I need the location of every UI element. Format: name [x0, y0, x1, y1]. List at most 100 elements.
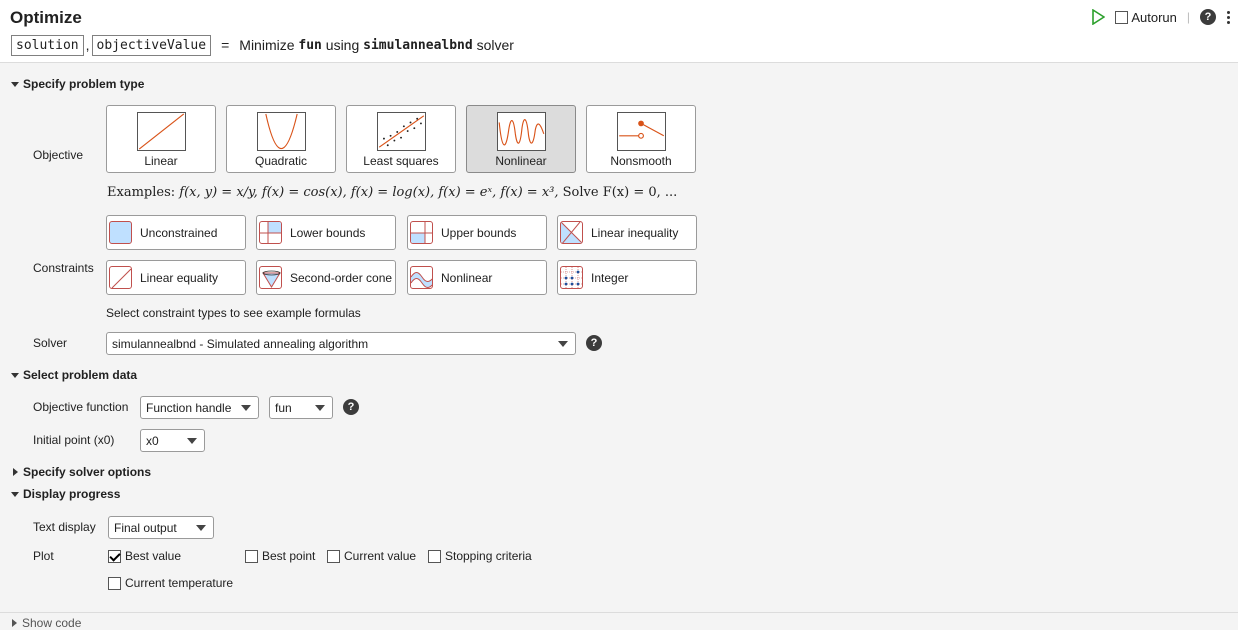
section-title: Specify solver options: [23, 465, 152, 479]
chevron-down-icon: [315, 405, 325, 411]
quadratic-plot-icon: [257, 112, 306, 151]
dropdown-value: Function handle: [146, 400, 232, 415]
chevron-down-icon: [196, 525, 206, 531]
objective-tile-label: Nonsmooth: [610, 154, 672, 168]
solver-help-icon[interactable]: ?: [586, 335, 602, 351]
section-display-progress[interactable]: Display progress: [11, 487, 120, 501]
expand-triangle-icon: [13, 468, 18, 476]
section-select-problem-data[interactable]: Select problem data: [11, 368, 137, 382]
plot-option-best-value[interactable]: Best value: [108, 549, 181, 563]
plot-option-best-point[interactable]: Best point: [245, 549, 315, 563]
objective-tile-quadratic[interactable]: Quadratic: [226, 105, 336, 173]
integer-icon: [560, 266, 583, 289]
objective-tile-nonlinear[interactable]: Nonlinear: [466, 105, 576, 173]
header-bar: Optimize solution , objectiveValue = Min…: [0, 0, 1238, 63]
minimize-text: Minimize: [239, 37, 295, 53]
help-icon[interactable]: ?: [1200, 9, 1216, 25]
constraint-tile-lower-bounds[interactable]: Lower bounds: [256, 215, 396, 250]
dropdown-value: fun: [275, 400, 292, 415]
linear-inequality-icon: [560, 221, 583, 244]
constraint-tile-label: Linear inequality: [591, 225, 679, 240]
collapse-triangle-icon: [11, 491, 19, 497]
objective-tile-label: Quadratic: [254, 154, 308, 168]
constraint-tile-linear-equality[interactable]: Linear equality: [106, 260, 246, 295]
constraint-tile-label: Linear equality: [140, 270, 219, 285]
text-display-label: Text display: [33, 520, 96, 534]
chevron-down-icon: [558, 341, 568, 347]
checkbox[interactable]: [108, 576, 121, 590]
constraint-tile-label: Lower bounds: [290, 225, 366, 240]
constraint-tile-second-order-cone[interactable]: Second-order cone: [256, 260, 396, 295]
output-variable-objective-value[interactable]: objectiveValue: [91, 34, 212, 56]
plot-option-current-value[interactable]: Current value: [327, 549, 416, 563]
expand-triangle-icon: [12, 619, 17, 627]
show-code-toggle[interactable]: Show code: [10, 616, 81, 630]
using-text: using: [325, 37, 360, 53]
section-title: Specify problem type: [23, 77, 145, 91]
output-variable-solution[interactable]: solution: [11, 34, 84, 56]
constraint-tile-integer[interactable]: Integer: [557, 260, 697, 295]
constraint-tile-upper-bounds[interactable]: Upper bounds: [407, 215, 547, 250]
equals-sign: =: [221, 37, 230, 53]
plot-option-stopping-criteria[interactable]: Stopping criteria: [428, 549, 532, 563]
constraint-tile-linear-inequality[interactable]: Linear inequality: [557, 215, 697, 250]
initial-point-dropdown[interactable]: x0: [140, 429, 205, 452]
nonlinear-constraint-icon: [410, 266, 433, 289]
upper-bounds-icon: [410, 221, 433, 244]
objective-function-dropdown[interactable]: fun: [269, 396, 333, 419]
section-specify-problem-type[interactable]: Specify problem type: [11, 77, 144, 91]
collapse-triangle-icon: [11, 81, 19, 87]
autorun-label: Autorun: [1131, 9, 1177, 25]
nonsmooth-plot-icon: [617, 112, 666, 151]
checkbox[interactable]: [245, 549, 258, 563]
checkbox[interactable]: [327, 549, 340, 563]
checkbox-label: Current value: [344, 549, 417, 563]
constraint-tile-unconstrained[interactable]: Unconstrained: [106, 215, 246, 250]
objective-function-help-icon[interactable]: ?: [343, 399, 359, 415]
footer-bar: Show code: [0, 612, 1238, 630]
second-order-cone-icon: [259, 266, 282, 289]
show-code-label: Show code: [22, 616, 82, 630]
section-title: Select problem data: [23, 368, 138, 382]
objective-examples: Examples: f(x, y) = x/y, f(x) = cos(x), …: [107, 185, 677, 200]
checkbox-label: Stopping criteria: [445, 549, 532, 563]
collapse-triangle-icon: [11, 372, 19, 378]
linear-plot-icon: [137, 112, 186, 151]
section-specify-solver-options[interactable]: Specify solver options: [11, 465, 151, 479]
plot-option-current-temperature[interactable]: Current temperature: [108, 576, 233, 590]
constraint-tile-nonlinear[interactable]: Nonlinear: [407, 260, 547, 295]
constraints-label: Constraints: [33, 261, 94, 275]
output-separator: ,: [85, 37, 90, 53]
checkbox[interactable]: [428, 549, 441, 563]
text-display-dropdown[interactable]: Final output: [108, 516, 214, 539]
objective-label: Objective: [33, 148, 84, 162]
function-name: fun: [298, 37, 322, 53]
chevron-down-icon: [241, 405, 251, 411]
section-title: Display progress: [23, 487, 121, 501]
solver-label: Solver: [33, 336, 68, 350]
dropdown-value: Final output: [114, 520, 177, 535]
solver-dropdown[interactable]: simulannealbnd - Simulated annealing alg…: [106, 332, 576, 355]
autorun-checkbox[interactable]: [1115, 10, 1129, 24]
plot-label: Plot: [33, 549, 54, 563]
task-summary: solution , objectiveValue = Minimize fun…: [11, 34, 514, 56]
constraint-tile-label: Unconstrained: [140, 225, 218, 240]
solver-dropdown-value: simulannealbnd - Simulated annealing alg…: [112, 336, 369, 351]
objective-tile-least-squares[interactable]: Least squares: [346, 105, 456, 173]
examples-prefix: Examples:: [107, 185, 176, 200]
initial-point-label: Initial point (x0): [33, 433, 115, 447]
toolbar-divider: |: [1186, 10, 1190, 24]
objective-function-type-dropdown[interactable]: Function handle: [140, 396, 259, 419]
more-options-icon[interactable]: [1226, 10, 1230, 25]
checkbox-label: Current temperature: [125, 576, 234, 590]
run-button[interactable]: [1089, 8, 1107, 26]
lower-bounds-icon: [259, 221, 282, 244]
dropdown-value: x0: [146, 433, 159, 448]
checkbox[interactable]: [108, 549, 121, 563]
constraint-tile-label: Nonlinear: [441, 270, 493, 285]
solver-name: simulannealbnd: [363, 37, 473, 53]
objective-tile-nonsmooth[interactable]: Nonsmooth: [586, 105, 696, 173]
objective-tile-linear[interactable]: Linear: [106, 105, 216, 173]
run-icon: [1092, 9, 1106, 25]
constraint-tile-label: Upper bounds: [441, 225, 517, 240]
